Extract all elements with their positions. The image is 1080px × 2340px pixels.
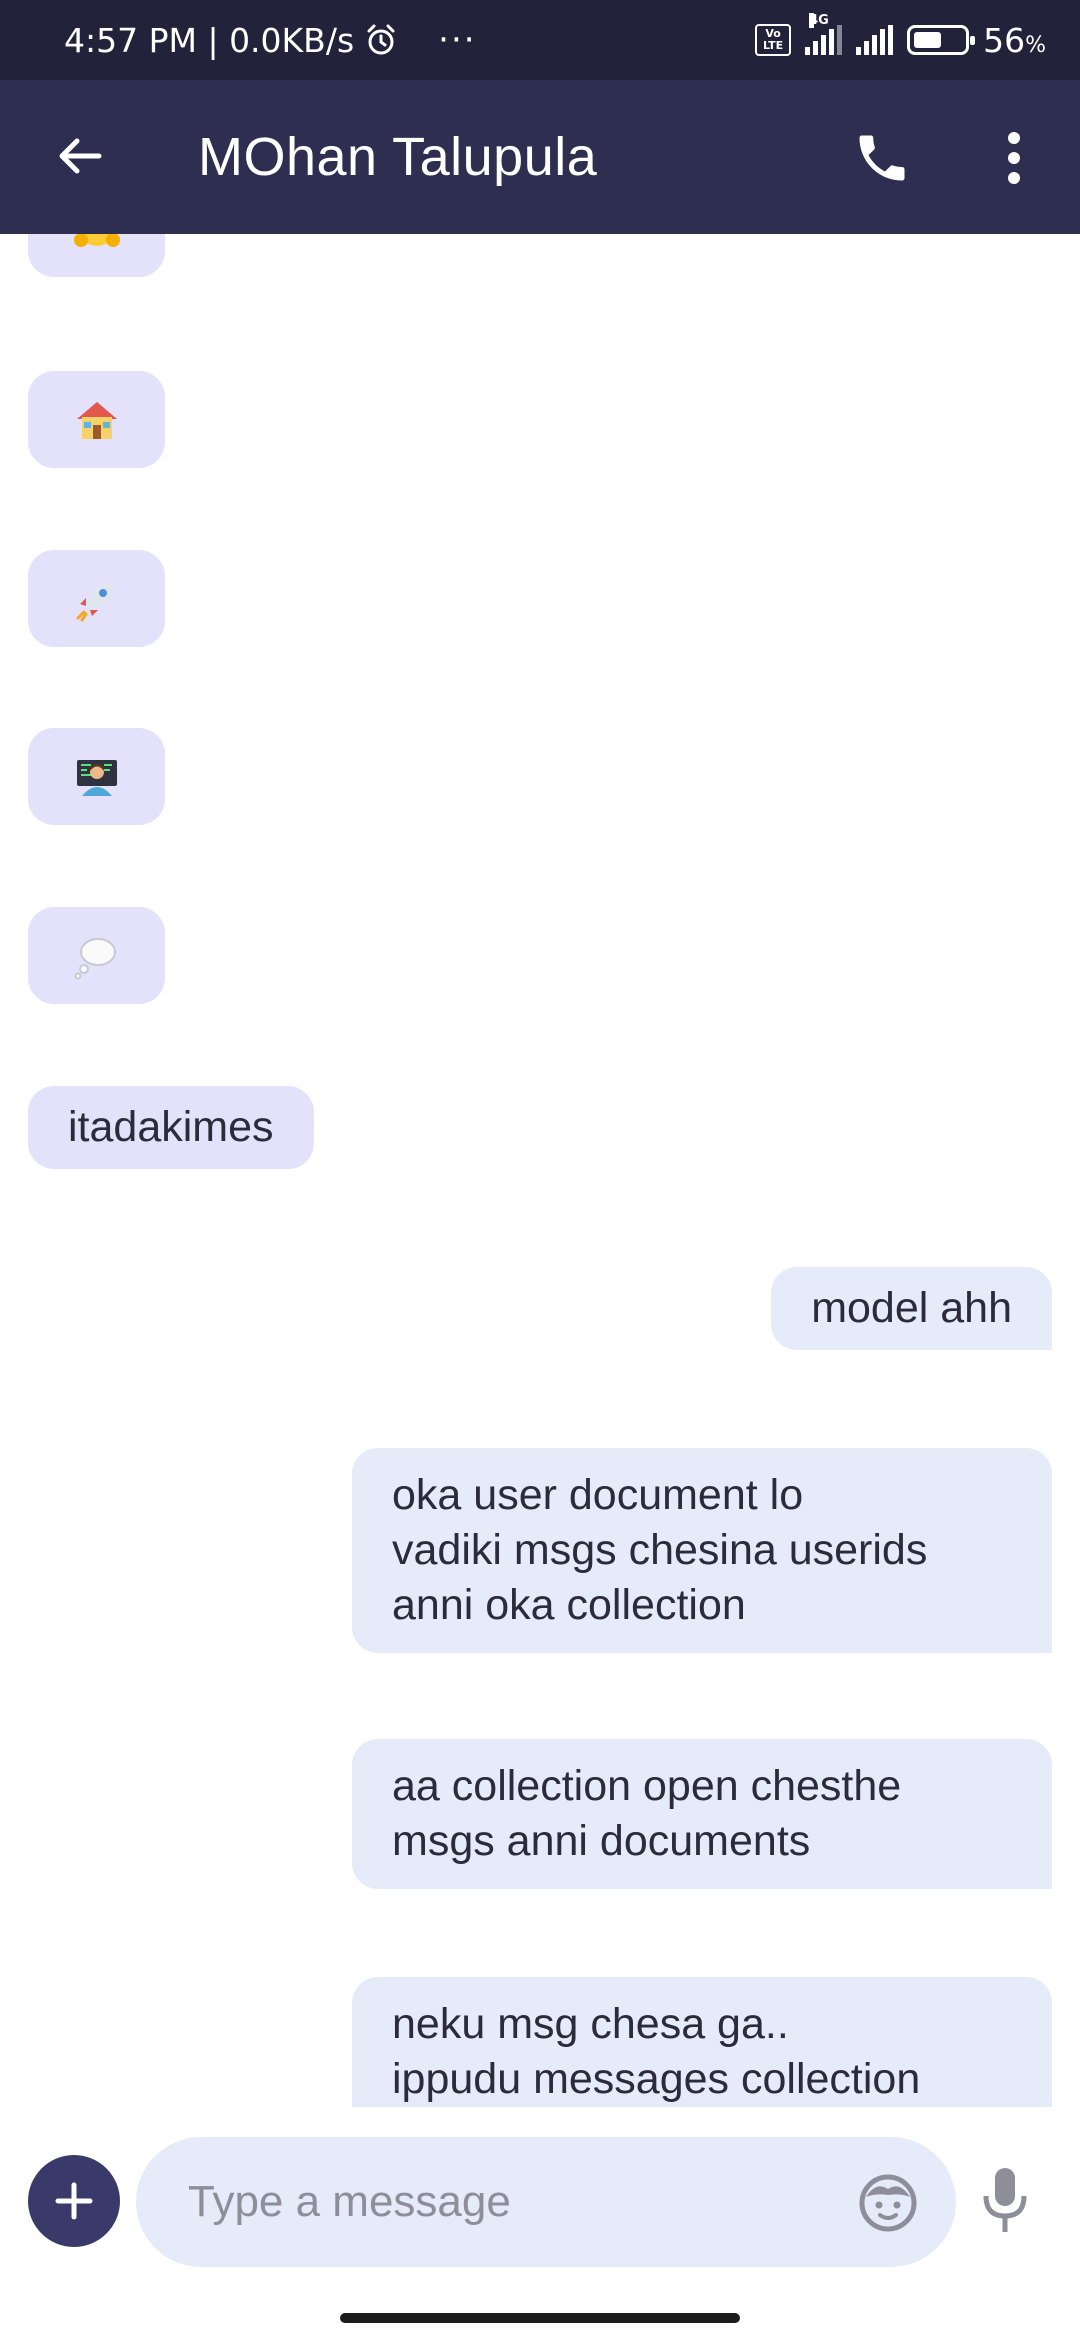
- message-bubble-emoji[interactable]: [28, 371, 165, 468]
- battery-fill: [914, 32, 942, 48]
- message-bubble-incoming[interactable]: itadakimes: [28, 1086, 314, 1169]
- app-bar: MOhan Talupula: [0, 80, 1080, 234]
- message-bubble-outgoing[interactable]: neku msg chesa ga.. ippudu messages coll…: [352, 1977, 1052, 2107]
- message-input-container: [136, 2137, 956, 2267]
- message-text-line: oka user document lo: [392, 1471, 804, 1519]
- house-icon: [76, 401, 117, 439]
- call-button[interactable]: [840, 116, 924, 200]
- status-bar: 4:57 PM | 0.0KB/s ··· Vo LTE 4G 56%: [0, 0, 1080, 80]
- volte-icon: Vo LTE: [755, 24, 792, 56]
- battery-icon: [907, 25, 976, 55]
- message-bubble-emoji[interactable]: [28, 907, 165, 1004]
- message-text-line: msgs anni documents: [392, 1817, 811, 1865]
- rocket-icon: [76, 581, 114, 621]
- message-bubble-outgoing[interactable]: aa collection open chesthe msgs anni doc…: [352, 1739, 1052, 1889]
- overflow-menu-button[interactable]: [984, 116, 1044, 200]
- message-text-line: aa collection open chesthe: [392, 1762, 902, 1810]
- message-bubble-emoji[interactable]: [28, 234, 165, 277]
- message-text-line: ippudu messages collection: [392, 2055, 921, 2103]
- signal-4g-icon: 4G: [805, 13, 843, 55]
- status-left: 4:57 PM | 0.0KB/s ···: [64, 0, 477, 80]
- technologist-icon: [76, 759, 117, 796]
- alarm-icon: [367, 24, 395, 55]
- composer-bar: [0, 2107, 1080, 2297]
- message-bubble-outgoing[interactable]: oka user document lo vadiki msgs chesina…: [352, 1448, 1052, 1653]
- phone-icon: [859, 135, 905, 181]
- voice-record-button[interactable]: [972, 2151, 1038, 2251]
- message-bubble-outgoing[interactable]: model ahh: [771, 1267, 1052, 1350]
- message-text: itadakimes: [68, 1103, 274, 1151]
- message-text-line: neku msg chesa ga..: [392, 2000, 789, 2048]
- message-text-line: vadiki msgs chesina userids: [392, 1526, 928, 1574]
- message-text-line: anni oka collection: [392, 1581, 746, 1629]
- microphone-icon: [983, 2168, 1027, 2232]
- hugging-face-icon: [73, 234, 120, 247]
- plus-icon: [55, 2182, 93, 2220]
- time-and-speed: 4:57 PM | 0.0KB/s: [64, 20, 355, 60]
- network-type: 4G: [809, 13, 829, 28]
- more-notifications-icon: ···: [438, 20, 477, 60]
- message-bubble-emoji[interactable]: [28, 550, 165, 647]
- thought-balloon-icon: [74, 937, 116, 979]
- battery-percent-text: 56%: [983, 20, 1046, 60]
- message-bubble-emoji[interactable]: [28, 728, 165, 825]
- message-input[interactable]: [188, 2137, 828, 2267]
- home-indicator[interactable]: [340, 2313, 740, 2323]
- message-text: model ahh: [811, 1284, 1012, 1332]
- back-button[interactable]: [40, 116, 120, 196]
- emoji-picker-icon[interactable]: [856, 2171, 920, 2235]
- contact-name: MOhan Talupula: [198, 127, 598, 187]
- attach-button[interactable]: [28, 2155, 120, 2247]
- status-right: Vo LTE 4G 56%: [755, 0, 1046, 80]
- message-list[interactable]: itadakimes model ahh oka user document l…: [0, 234, 1080, 2107]
- more-vertical-icon: [1008, 132, 1020, 184]
- signal-icon: [856, 25, 894, 55]
- back-arrow-icon: [59, 138, 102, 174]
